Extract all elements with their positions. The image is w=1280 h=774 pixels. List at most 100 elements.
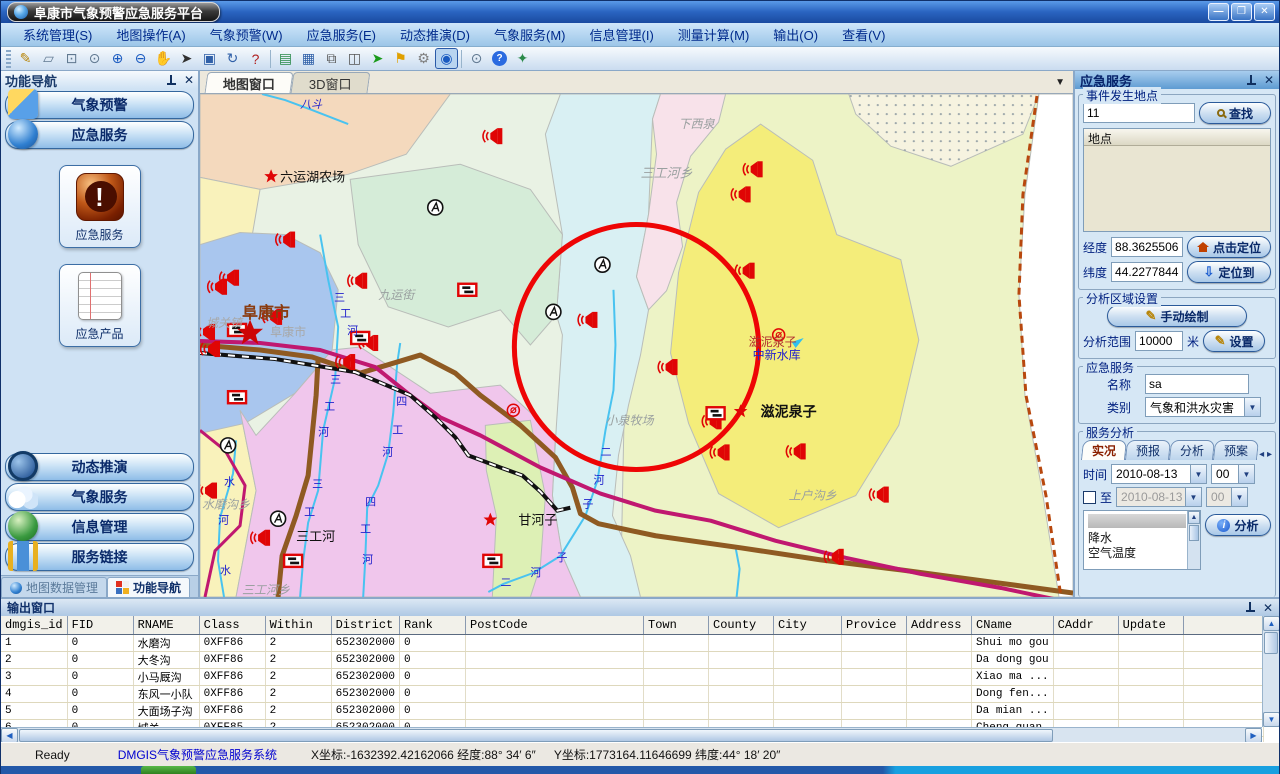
station-icon[interactable] <box>221 438 236 453</box>
pin-icon[interactable] <box>1246 602 1255 613</box>
to-checkbox[interactable] <box>1083 491 1096 504</box>
menu-item-emergency-service[interactable]: 应急服务(E) <box>295 22 388 47</box>
date-picker[interactable]: 2010-08-13 ▼ <box>1111 464 1207 484</box>
column-header[interactable]: Provice <box>842 616 907 634</box>
globe-active-icon[interactable]: ◉ <box>435 48 458 69</box>
close-icon[interactable]: ✕ <box>1264 74 1274 86</box>
click-locate-button[interactable]: 点击定位 <box>1187 236 1271 258</box>
longitude-input[interactable] <box>1111 237 1183 257</box>
chevron-down-icon[interactable]: ▼ <box>1190 465 1206 483</box>
print-icon[interactable]: ⧉ <box>320 48 343 69</box>
identify-icon[interactable]: ? <box>244 48 267 69</box>
service-type-select[interactable]: 气象和洪水灾害 ▼ <box>1145 397 1261 417</box>
placemark-icon[interactable]: ⚑ <box>389 48 412 69</box>
column-header[interactable]: RNAME <box>133 616 199 634</box>
tab-live[interactable]: 实况 <box>1081 440 1127 460</box>
tab-map-data-manage[interactable]: 地图数据管理 <box>1 577 107 597</box>
results-table[interactable]: dmgis_idFIDRNAMEClassWithinDistrictRankP… <box>1 616 1264 742</box>
tab-map-window[interactable]: 地图窗口 <box>205 72 294 93</box>
list-item[interactable]: 降水 <box>1084 531 1200 546</box>
scroll-right-icon[interactable]: ▶ <box>1245 728 1262 743</box>
eye-icon[interactable]: ⊙ <box>465 48 488 69</box>
pin-icon[interactable] <box>167 75 176 86</box>
scroll-thumb[interactable] <box>1264 632 1278 654</box>
table-row[interactable]: 50大面场子沟0XFF8626523020000Da mian ... <box>1 702 1263 719</box>
layers-icon[interactable]: ▤ <box>274 48 297 69</box>
select-pointer-icon[interactable]: ▱ <box>37 48 60 69</box>
horizontal-scrollbar[interactable]: ◀ ▶ <box>1 727 1262 742</box>
to-date-picker[interactable]: 2010-08-13 ▼ <box>1116 487 1202 507</box>
export-map-icon[interactable]: ▦ <box>297 48 320 69</box>
flag-icon[interactable] <box>458 284 476 296</box>
sidebar-item-service-link[interactable]: 服务链接 <box>5 543 194 571</box>
sidebar-item-emergency-service[interactable]: 应急服务 <box>5 121 194 149</box>
pin-icon[interactable] <box>1247 75 1256 86</box>
manual-draw-button[interactable]: ✎ 手动绘制 <box>1107 305 1247 327</box>
close-icon[interactable]: ✕ <box>1263 602 1273 614</box>
table-row[interactable]: 40东风一小队0XFF8626523020000Dong fen... <box>1 685 1263 702</box>
element-list[interactable]: 降水空气温度 ▲ <box>1083 510 1201 570</box>
flag-icon[interactable] <box>228 391 246 403</box>
nav-button-emergency-service[interactable]: 应急服务 <box>59 165 141 248</box>
table-row[interactable]: 10水磨沟0XFF8626523020000Shui mo gou <box>1 634 1263 651</box>
station-icon[interactable] <box>595 257 610 272</box>
tab-scroll-arrows[interactable]: ◂ ▸ <box>1259 449 1272 460</box>
zoom-out-icon[interactable]: ⊖ <box>129 48 152 69</box>
column-header[interactable]: City <box>774 616 842 634</box>
menu-item-map-operate[interactable]: 地图操作(A) <box>104 22 197 47</box>
column-header[interactable]: Class <box>199 616 265 634</box>
flag-icon[interactable] <box>284 555 302 567</box>
column-header[interactable]: Address <box>907 616 972 634</box>
pan-icon[interactable]: ✋ <box>152 48 175 69</box>
measure-icon[interactable]: ✎ <box>14 48 37 69</box>
column-header[interactable]: Town <box>644 616 709 634</box>
settings-icon[interactable]: ⚙ <box>412 48 435 69</box>
scroll-down-icon[interactable]: ▼ <box>1263 712 1279 727</box>
tab-3d-window[interactable]: 3D窗口 <box>291 72 371 93</box>
scroll-thumb[interactable] <box>19 729 1053 742</box>
tab-function-nav[interactable]: 功能导航 <box>107 577 190 597</box>
column-header[interactable]: CAddr <box>1053 616 1118 634</box>
tab-forecast[interactable]: 预报 <box>1125 440 1171 460</box>
tab-plan[interactable]: 预案 <box>1213 440 1259 460</box>
map-canvas[interactable]: 六运湖农场三工河乡下西泉九运街阜康市城关镇阜康市滋泥泉子中新水库滋泥泉子小泉牧场… <box>200 94 1073 597</box>
set-range-button[interactable]: ✎ 设置 <box>1203 330 1265 352</box>
taskbar-item[interactable] <box>141 766 196 774</box>
service-name-input[interactable] <box>1145 374 1249 394</box>
menu-item-weather-service[interactable]: 气象服务(M) <box>482 22 578 47</box>
menu-item-dynamic-deduce[interactable]: 动态推演(D) <box>388 22 482 47</box>
station-icon[interactable] <box>271 511 286 526</box>
chevron-down-icon[interactable]: ▼ <box>1244 398 1260 416</box>
minimize-button[interactable]: — <box>1208 3 1229 21</box>
tab-analysis[interactable]: 分析 <box>1169 440 1215 460</box>
column-header[interactable]: District <box>331 616 399 634</box>
chevron-down-icon[interactable]: ▼ <box>1055 77 1065 88</box>
map-viewport[interactable]: 六运湖农场三工河乡下西泉九运街阜康市城关镇阜康市滋泥泉子中新水库滋泥泉子小泉牧场… <box>200 94 1073 597</box>
sidebar-item-info-manage[interactable]: 信息管理 <box>5 513 194 541</box>
nav-button-emergency-product[interactable]: 应急产品 <box>59 264 141 347</box>
hour-picker[interactable]: 00 ▼ <box>1211 464 1255 484</box>
list-item[interactable]: 空气温度 <box>1084 546 1200 561</box>
vertical-scrollbar[interactable]: ▲ ▼ <box>1262 616 1279 727</box>
pointer-icon[interactable]: ➤ <box>175 48 198 69</box>
table-row[interactable]: 30小马厩沟0XFF8626523020000Xiao ma ... <box>1 668 1263 685</box>
column-header[interactable]: Update <box>1118 616 1183 634</box>
flag-icon[interactable] <box>483 555 501 567</box>
list-scrollbar[interactable]: ▲ <box>1187 511 1200 569</box>
menu-item-output[interactable]: 输出(O) <box>761 22 830 47</box>
sidebar-item-weather-warning[interactable]: 气象预警 <box>5 91 194 119</box>
column-header[interactable]: Within <box>265 616 331 634</box>
scroll-up-icon[interactable]: ▲ <box>1263 616 1279 631</box>
location-search-input[interactable] <box>1083 103 1195 123</box>
scroll-thumb[interactable] <box>1189 525 1199 541</box>
close-button[interactable]: ✕ <box>1254 3 1275 21</box>
column-header[interactable]: dmgis_id <box>1 616 67 634</box>
scroll-up-icon[interactable]: ▲ <box>1188 511 1200 524</box>
table-row[interactable]: 20大冬沟0XFF8626523020000Da dong gou <box>1 651 1263 668</box>
flag-icon[interactable] <box>707 407 725 419</box>
station-icon[interactable] <box>428 200 443 215</box>
latitude-input[interactable] <box>1111 262 1183 282</box>
column-header[interactable]: Rank <box>400 616 466 634</box>
column-header[interactable]: County <box>709 616 774 634</box>
analyze-button[interactable]: i 分析 <box>1205 514 1271 536</box>
